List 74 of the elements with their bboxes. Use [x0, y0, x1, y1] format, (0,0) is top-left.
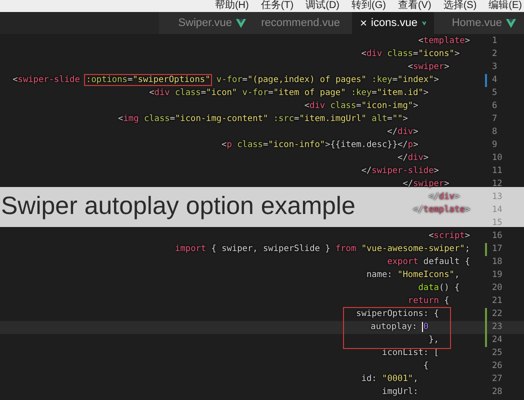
code-line: </div>: [387, 126, 418, 139]
line-number: 15: [492, 217, 504, 230]
code-line: },: [428, 334, 439, 347]
line-number: 5: [492, 87, 498, 100]
line-number: 13: [492, 191, 504, 204]
close-icon[interactable]: ×: [360, 14, 368, 32]
code-line: </template>: [413, 204, 470, 217]
menu-item[interactable]: 任务(T): [260, 0, 294, 12]
code-line: <swiper>: [408, 61, 450, 74]
code-line: swiperOptions: {: [356, 308, 439, 321]
code-line: return {: [408, 295, 450, 308]
code-line: <template>: [418, 35, 470, 48]
menu-item[interactable]: 编辑(E): [488, 0, 522, 12]
line-number: 1: [492, 35, 498, 48]
code-line: </div>: [398, 152, 429, 165]
menu-item[interactable]: 选择(S): [443, 0, 477, 12]
line-number: 26: [492, 360, 504, 373]
vue-logo-icon: [422, 18, 426, 28]
vue-logo-icon: [236, 18, 246, 28]
line-number: 3: [492, 61, 498, 74]
line-number: 25: [492, 347, 504, 360]
line-number: 22: [492, 308, 504, 321]
file-tab[interactable]: Home.vue: [434, 12, 524, 34]
code-line: name: "HomeIcons",: [366, 269, 460, 282]
code-line: autoplay: 0: [370, 321, 429, 334]
menu-item[interactable]: 查看(V): [398, 0, 432, 12]
line-number: 2: [492, 48, 498, 61]
file-tab[interactable]: Swiper.vue: [159, 12, 254, 34]
code-line: <div class="icons">: [361, 48, 460, 61]
tab-label: Home.vue: [452, 16, 502, 31]
line-number: 10: [492, 152, 504, 165]
tab-label: recommend.vue: [261, 16, 340, 31]
code-line: <p class="icon-info">{{item.desc}}</p>: [222, 139, 418, 152]
line-number: 8: [492, 126, 498, 139]
line-number: 9: [492, 139, 498, 152]
code-line: <div class="icon-img">: [304, 100, 418, 113]
line-number: 14: [492, 204, 504, 217]
line-number: 17: [492, 243, 504, 256]
code-line: imgUrl:: [382, 386, 418, 399]
file-tab[interactable]: × icons.vue: [352, 12, 434, 34]
code-line: <img class="icon-img-content" :src="item.imgUrl" alt="">: [118, 113, 408, 126]
line-number: 20: [492, 282, 504, 295]
code-line: </div>: [428, 191, 460, 204]
line-number: 27: [492, 373, 504, 386]
line-number: 12: [492, 178, 504, 191]
code-line: </swiper-slide>: [361, 165, 439, 178]
line-number: 11: [492, 165, 504, 178]
line-number: 16: [492, 230, 504, 243]
line-number: 28: [492, 386, 504, 399]
line-number: 4: [492, 74, 498, 87]
line-number: 19: [492, 269, 504, 282]
vue-logo-icon: [506, 18, 516, 28]
file-tab[interactable]: recommend.vue: [254, 12, 352, 34]
line-number: 6: [492, 100, 498, 113]
code-line: id: "0001",: [361, 373, 418, 386]
menu-item[interactable]: 转到(G): [352, 0, 386, 12]
code-line: export default {: [387, 256, 470, 269]
line-number: 21: [492, 295, 504, 308]
menu-item[interactable]: 调试(D): [306, 0, 340, 12]
code-line: import { swiper, swiperSlide } from "vue-awesome-swiper";: [175, 243, 470, 256]
menu-item[interactable]: 帮助(H): [214, 0, 249, 12]
caption-title: Swiper autoplay option example: [0, 191, 356, 222]
tab-label: Swiper.vue: [178, 16, 232, 31]
code-line: <script>: [428, 230, 470, 243]
tab-label: icons.vue: [371, 16, 418, 31]
line-number: 7: [492, 113, 498, 126]
code-line: <swiper-slide :options="swiperOptions" v-for="(page,index) of pages" :key="index">: [12, 74, 439, 87]
line-number: 24: [492, 334, 504, 347]
line-number: 23: [492, 321, 504, 334]
code-line: <div class="icon" v-for="item of page" :key="item.id">: [149, 87, 429, 100]
code-line: data() {: [418, 282, 460, 295]
line-number: 18: [492, 256, 504, 269]
code-line: </swiper>: [402, 178, 450, 191]
code-line: {: [423, 360, 429, 373]
